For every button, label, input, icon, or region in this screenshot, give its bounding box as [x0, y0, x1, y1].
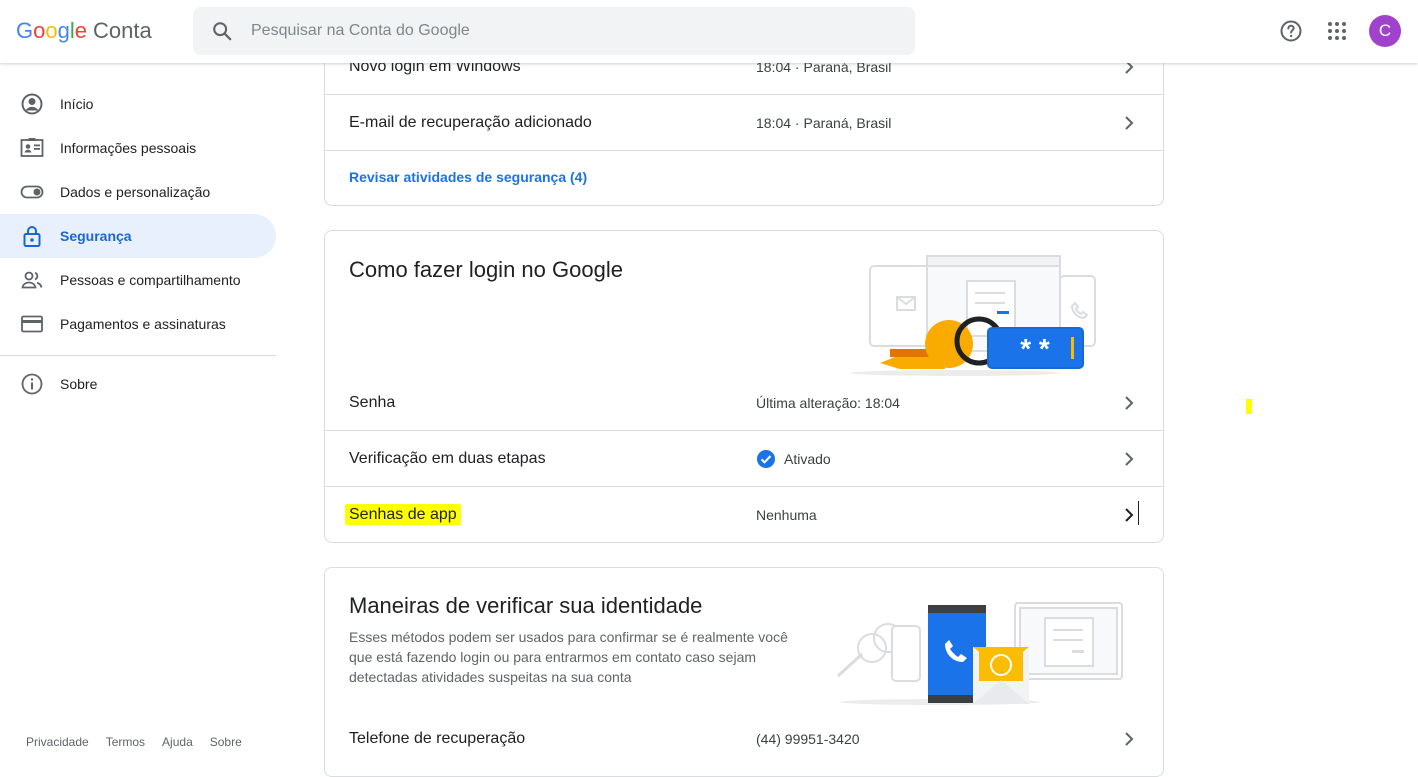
footer-about-link[interactable]: Sobre — [210, 735, 242, 749]
activity-label: E-mail de recuperação adicionado — [349, 114, 592, 131]
sidebar-item-label: Dados e personalização — [60, 184, 211, 200]
credit-card-icon — [21, 315, 43, 333]
two-step-status: Ativado — [784, 451, 831, 467]
review-security-activity-link[interactable]: Revisar atividades de segurança (4) — [349, 169, 587, 185]
sidebar-item-personal-info[interactable]: Informações pessoais — [0, 126, 276, 170]
card-title: Como fazer login no Google — [349, 257, 623, 282]
check-circle-icon — [757, 450, 775, 468]
activity-row[interactable]: E-mail de recuperação adicionado 18:04 ·… — [325, 95, 1163, 151]
apps-grid-icon[interactable] — [1325, 19, 1349, 43]
info-icon — [21, 373, 43, 395]
help-icon[interactable] — [1279, 19, 1303, 43]
footer-terms-link[interactable]: Termos — [106, 735, 145, 749]
sidebar-item-home[interactable]: Início — [0, 82, 276, 126]
account-circle-icon — [21, 93, 43, 115]
search-input[interactable] — [251, 19, 851, 43]
card-title: Maneiras de verificar sua identidade — [349, 593, 703, 618]
sidebar-item-label: Informações pessoais — [60, 140, 197, 156]
verify-identity-card: Maneiras de verificar sua identidade Ess… — [324, 567, 1164, 777]
app-passwords-row[interactable]: Senhas de app Nenhuma — [325, 487, 1163, 543]
chevron-right-icon — [1125, 396, 1134, 410]
sidebar-item-label: Segurança — [60, 228, 132, 244]
chevron-right-icon — [1125, 452, 1134, 466]
people-icon — [21, 271, 43, 289]
text-cursor — [1138, 501, 1139, 525]
app-passwords-value: Nenhuma — [756, 507, 817, 523]
sidebar-divider — [0, 355, 276, 356]
search-icon[interactable] — [211, 20, 233, 42]
chevron-right-icon — [1125, 732, 1134, 746]
password-last-changed: Última alteração: 18:04 — [756, 395, 900, 411]
password-label: Senha — [349, 394, 396, 411]
password-row[interactable]: Senha Última alteração: 18:04 — [325, 375, 1163, 431]
product-name: Conta — [93, 18, 152, 43]
recovery-phone-row[interactable]: Telefone de recuperação (44) 99951-3420 — [325, 711, 1163, 767]
sidebar-item-people-sharing[interactable]: Pessoas e compartilhamento — [0, 258, 276, 302]
sidebar-item-label: Sobre — [60, 376, 98, 392]
signin-card: Como fazer login no Google * * Senha Últ… — [324, 230, 1164, 543]
sidebar-item-label: Pagamentos e assinaturas — [60, 316, 226, 332]
lock-icon — [23, 226, 41, 247]
chevron-right-icon — [1125, 116, 1134, 130]
id-card-icon — [20, 138, 44, 157]
sidebar-item-security[interactable]: Segurança — [0, 214, 276, 258]
toggle-icon — [20, 185, 44, 199]
sidebar-item-payments[interactable]: Pagamentos e assinaturas — [0, 302, 276, 346]
two-step-verification-row[interactable]: Verificação em duas etapas Ativado — [325, 431, 1163, 487]
app-passwords-label-text: Senhas de app — [345, 504, 461, 525]
google-account-logo[interactable]: Google Conta — [16, 17, 152, 45]
recovery-phone-label: Telefone de recuperação — [349, 730, 526, 747]
top-app-bar: GoogleConta C — [0, 0, 1418, 63]
two-step-label: Verificação em duas etapas — [349, 450, 546, 467]
footer-links: Privacidade Termos Ajuda Sobre — [26, 735, 259, 749]
sidebar-item-label: Pessoas e compartilhamento — [60, 272, 241, 288]
google-wordmark: Google — [16, 18, 88, 43]
search-bar[interactable] — [193, 7, 915, 55]
footer-help-link[interactable]: Ajuda — [162, 735, 193, 749]
app-passwords-label: Senhas de app — [345, 504, 461, 525]
sidebar-item-data-personalization[interactable]: Dados e personalização — [0, 170, 276, 214]
highlight-mark — [1246, 399, 1252, 414]
verify-illustration — [836, 602, 1123, 705]
recovery-phone-value: (44) 99951-3420 — [756, 731, 860, 747]
signin-illustration: * * — [850, 255, 1096, 376]
sidebar-item-label: Início — [60, 96, 94, 112]
activity-value: 18:04 · Paraná, Brasil — [756, 115, 892, 131]
password-dots-text: * * — [1020, 333, 1050, 364]
avatar[interactable]: C — [1369, 15, 1401, 47]
footer-privacy-link[interactable]: Privacidade — [26, 735, 89, 749]
card-description: Esses métodos podem ser usados para conf… — [349, 629, 788, 685]
sidebar-item-about[interactable]: Sobre — [0, 362, 276, 406]
